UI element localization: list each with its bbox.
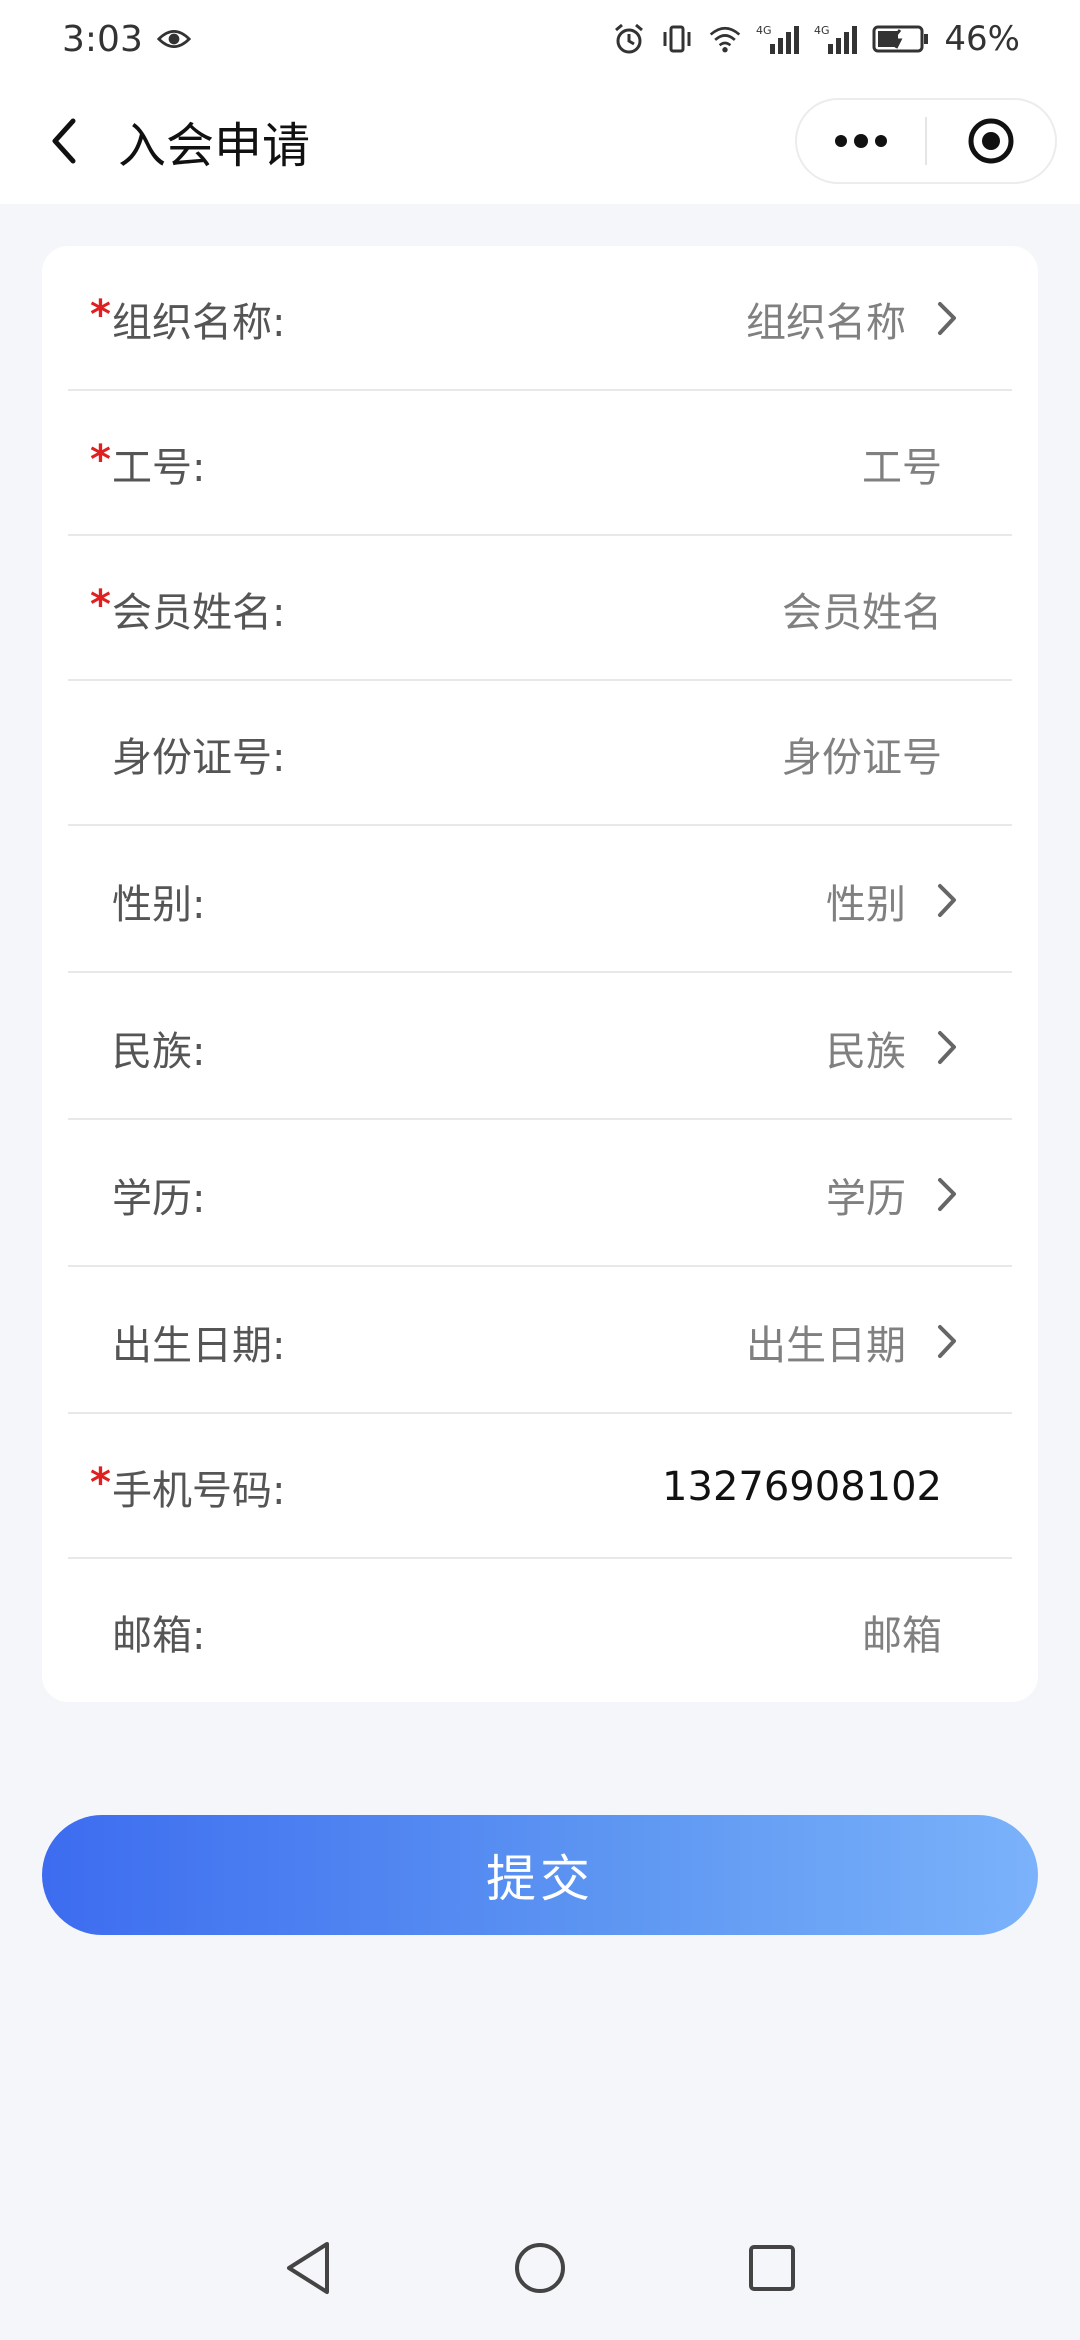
signal-icon-1: 4G (756, 22, 800, 56)
row-label: * 组织名称: (90, 246, 286, 391)
net-label-1: 4G (756, 24, 772, 37)
back-chevron-icon (52, 118, 76, 164)
label-text: 组织名称: (112, 299, 286, 346)
member-name-input[interactable]: 会员姓名 (782, 536, 942, 681)
chevron-right-icon (938, 1325, 956, 1358)
row-label: * 手机号码: (90, 1414, 286, 1559)
row-label: 性别: (112, 881, 206, 928)
page-title: 入会申请 (118, 118, 311, 174)
required-mark: * (90, 437, 111, 483)
net-label-2: 4G (814, 24, 830, 37)
chevron-right-icon (938, 302, 956, 335)
row-label: 学历: (112, 1175, 206, 1222)
system-nav-bar (0, 2200, 1080, 2340)
org-name-picker[interactable]: 组织名称 (746, 246, 906, 391)
home-circle-icon (515, 2243, 565, 2293)
wifi-icon (708, 22, 742, 56)
form-row-ethnicity[interactable]: 民族: 民族 (68, 975, 1012, 1120)
id-number-input[interactable]: 身份证号 (782, 681, 942, 826)
gender-picker[interactable]: 性别 (826, 828, 906, 973)
form-row-education[interactable]: 学历: 学历 (68, 1122, 1012, 1267)
status-bar-left: 3:03 (62, 19, 191, 60)
chevron-right-icon (938, 884, 956, 917)
row-label: * 工号: (90, 391, 206, 536)
membership-form: * 组织名称: 组织名称 * 工号: 工号 * 会员姓名: 会员姓名 身份证号:… (42, 246, 1038, 1702)
system-home-button[interactable] (513, 2241, 567, 2299)
required-mark: * (90, 582, 111, 628)
required-mark: * (90, 1460, 111, 1506)
ethnicity-picker[interactable]: 民族 (826, 975, 906, 1120)
recents-square-icon (749, 2245, 795, 2291)
more-button[interactable] (797, 100, 925, 182)
required-mark: * (90, 292, 111, 338)
status-time: 3:03 (62, 18, 143, 60)
phone-input[interactable]: 13276908102 (662, 1414, 942, 1559)
form-row-id-number[interactable]: 身份证号: 身份证号 (68, 681, 1012, 826)
row-label: 民族: (112, 1028, 206, 1075)
system-back-button[interactable] (283, 2240, 333, 2300)
mini-program-capsule (795, 98, 1057, 184)
chevron-right-icon (938, 1031, 956, 1064)
form-row-org-name[interactable]: * 组织名称: 组织名称 (68, 246, 1012, 391)
submit-button[interactable]: 提交 (42, 1815, 1038, 1935)
target-close-icon (968, 118, 1014, 164)
birth-date-picker[interactable]: 出生日期 (746, 1269, 906, 1414)
status-bar: 3:03 4G 4G 46% (0, 0, 1080, 78)
row-label: 身份证号: (112, 734, 286, 781)
status-bar-right: 4G 4G 46% (612, 19, 1020, 59)
back-button[interactable] (36, 108, 92, 174)
form-row-birth-date[interactable]: 出生日期: 出生日期 (68, 1269, 1012, 1414)
email-input[interactable]: 邮箱 (862, 1559, 942, 1704)
row-label: 出生日期: (112, 1322, 286, 1369)
employee-id-input[interactable]: 工号 (862, 391, 942, 536)
form-row-member-name[interactable]: * 会员姓名: 会员姓名 (68, 536, 1012, 681)
form-row-email[interactable]: 邮箱: 邮箱 (68, 1559, 1012, 1704)
battery-icon (872, 22, 930, 56)
row-label: 邮箱: (112, 1612, 206, 1659)
form-row-phone[interactable]: * 手机号码: 13276908102 (68, 1414, 1012, 1559)
label-text: 手机号码: (112, 1467, 286, 1514)
eye-icon (156, 22, 191, 56)
form-row-gender[interactable]: 性别: 性别 (68, 828, 1012, 973)
vibrate-icon (660, 22, 694, 56)
more-dots-icon (835, 134, 887, 148)
back-triangle-icon (287, 2242, 329, 2294)
chevron-right-icon (938, 1178, 956, 1211)
battery-percent: 46% (944, 19, 1020, 59)
education-picker[interactable]: 学历 (826, 1122, 906, 1267)
close-mini-program-button[interactable] (927, 100, 1055, 182)
form-row-employee-id[interactable]: * 工号: 工号 (68, 391, 1012, 536)
signal-icon-2: 4G (814, 22, 858, 56)
label-text: 会员姓名: (112, 589, 286, 636)
nav-bar: 入会申请 (0, 78, 1080, 204)
system-recents-button[interactable] (747, 2243, 797, 2297)
row-label: * 会员姓名: (90, 536, 286, 681)
label-text: 工号: (112, 444, 206, 491)
alarm-icon (612, 22, 646, 56)
